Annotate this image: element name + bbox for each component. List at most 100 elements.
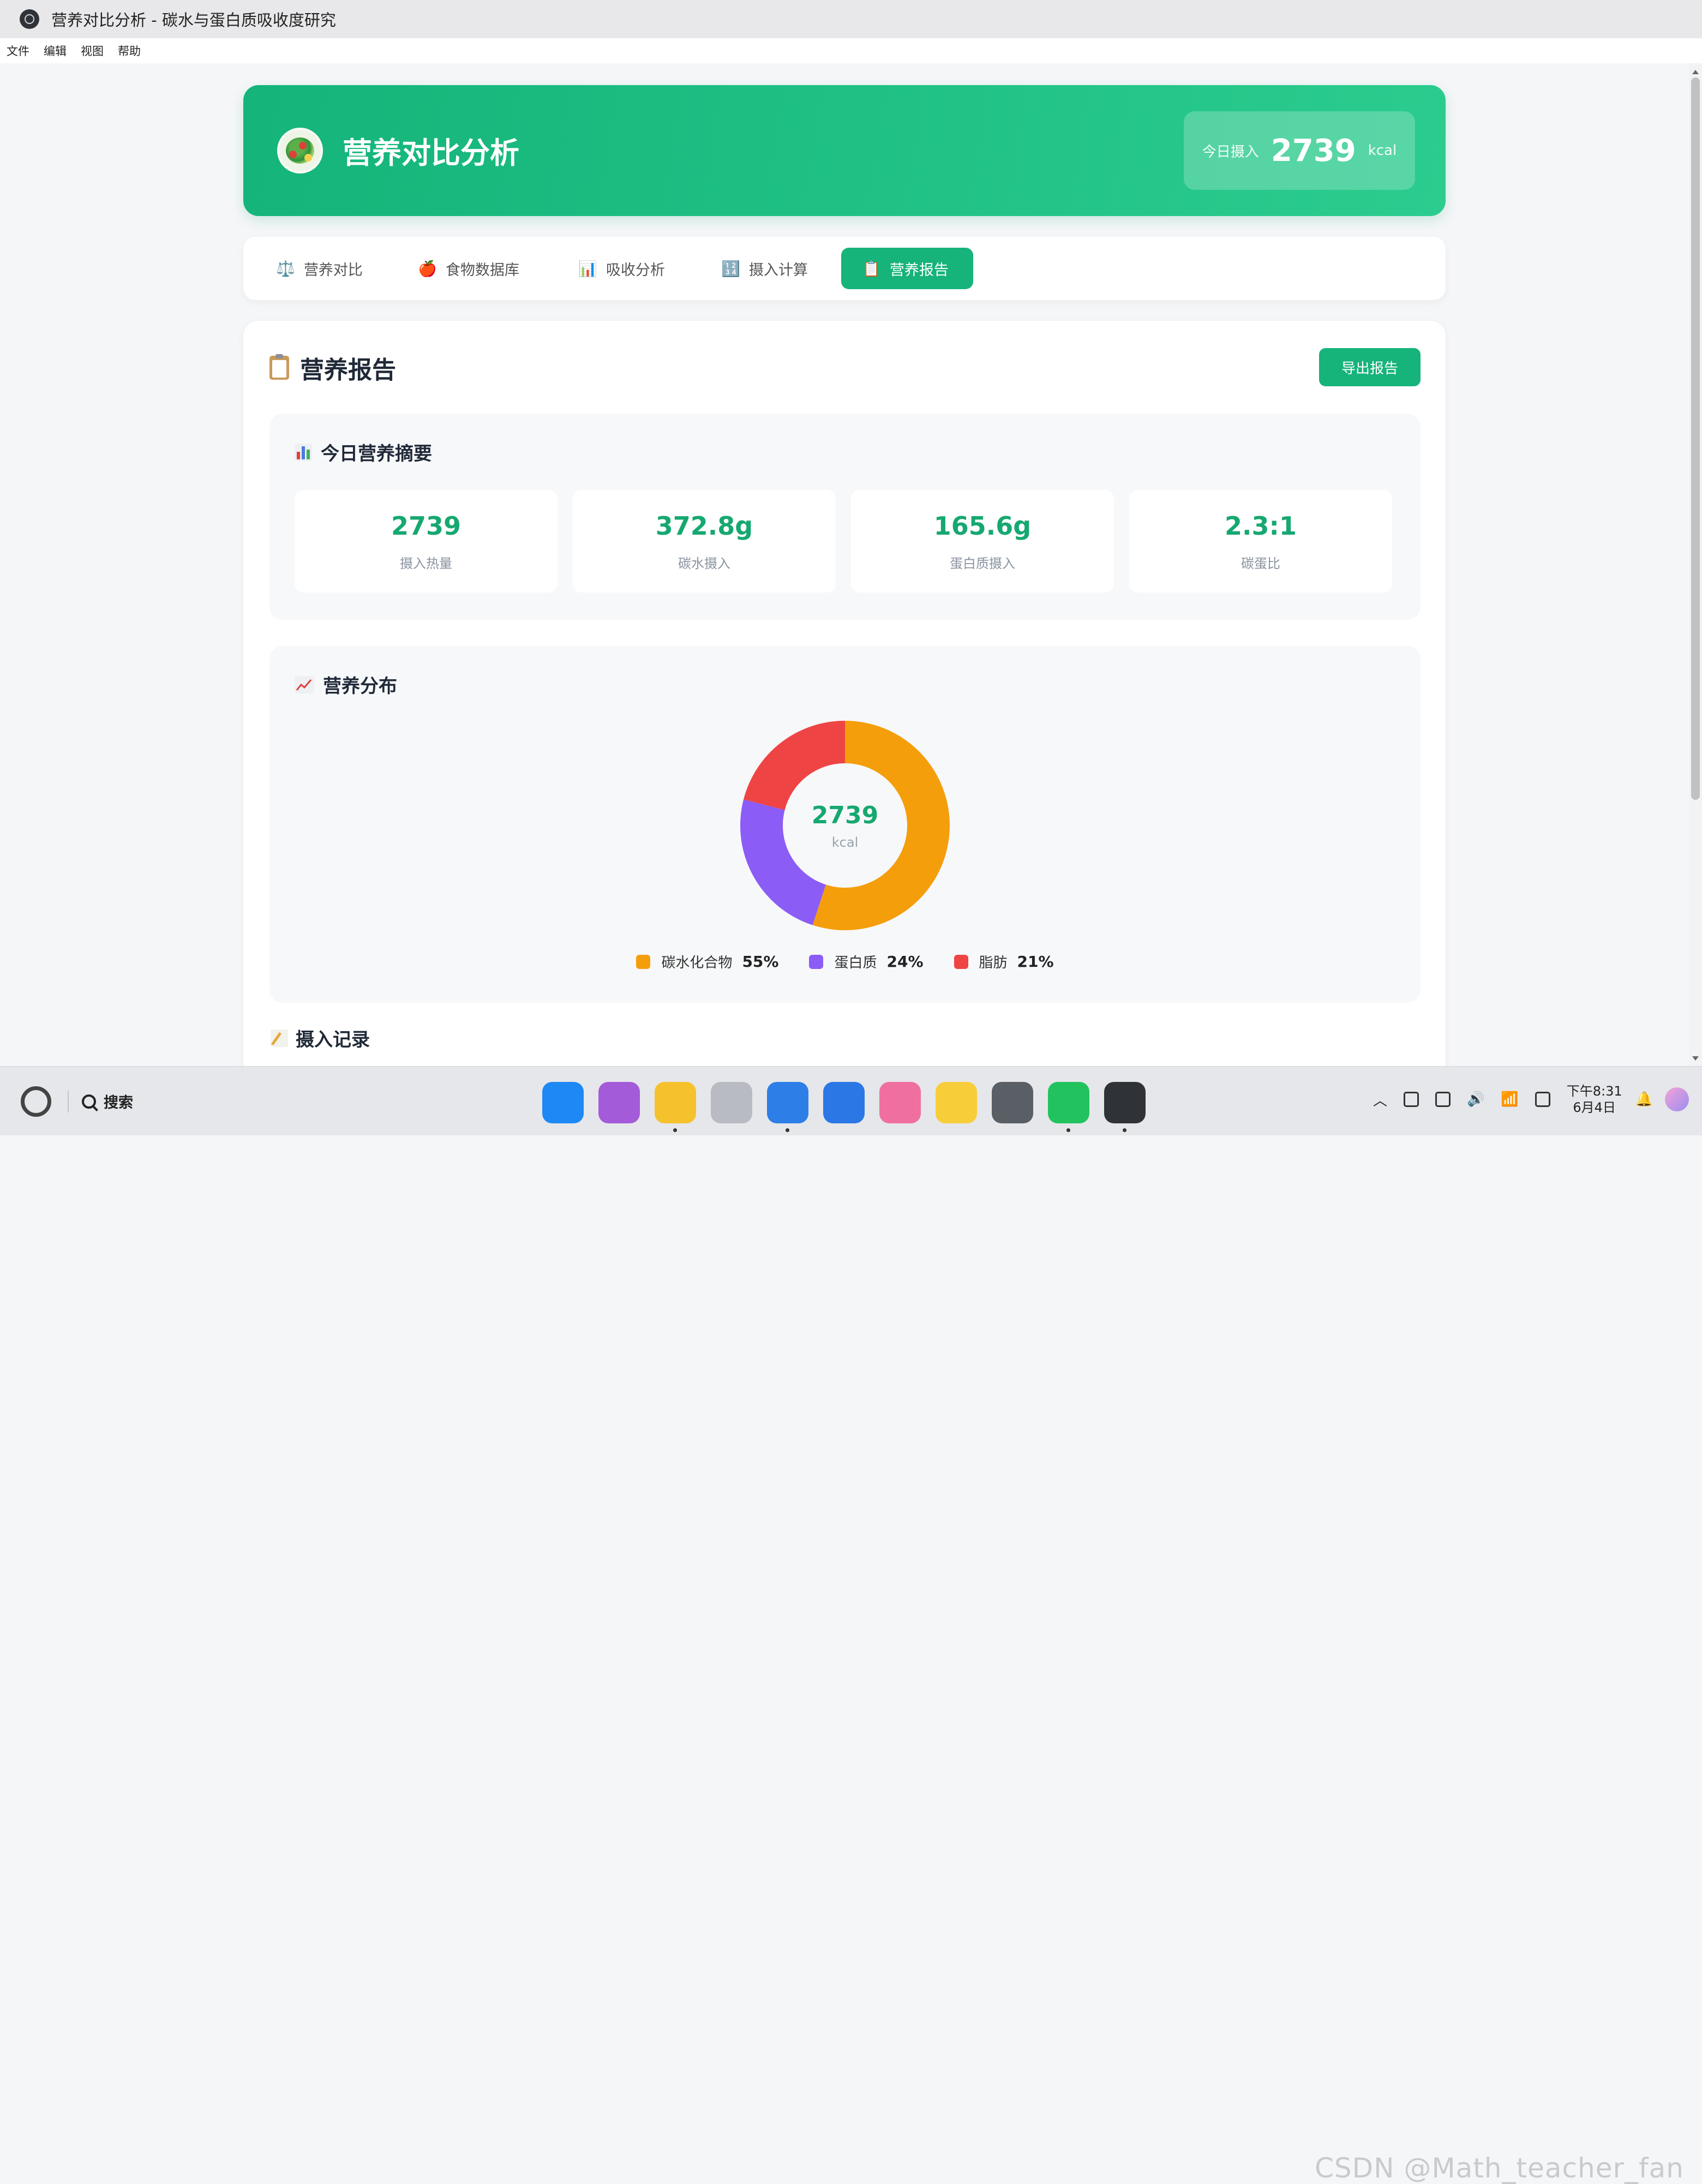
- menu-edit[interactable]: 编辑: [44, 43, 67, 59]
- salad-icon: [277, 128, 323, 173]
- notes-icon[interactable]: [936, 1082, 977, 1123]
- legend-name: 碳水化合物: [661, 955, 733, 971]
- stat-value: 2.3:1: [1225, 511, 1297, 541]
- clipboard-icon: [269, 354, 289, 380]
- legend-name: 脂肪: [979, 955, 1008, 971]
- wechat-icon[interactable]: [1048, 1082, 1089, 1132]
- tab-absorption[interactable]: 📊 吸收分析: [558, 248, 686, 289]
- intake-unit: kcal: [1368, 142, 1397, 159]
- report-title: 营养报告: [269, 350, 396, 385]
- tab-label: 营养报告: [889, 261, 949, 279]
- stat-label: 碳水摄入: [678, 555, 730, 571]
- input-method-icon[interactable]: [1403, 1092, 1419, 1107]
- battery-icon[interactable]: [1535, 1092, 1550, 1107]
- system-tray: ︿ 🔊 📶 下午8:31 6月4日 🔔: [1373, 1083, 1689, 1116]
- tab-report[interactable]: 📋 营养报告: [841, 248, 973, 289]
- running-indicator: [1123, 1128, 1126, 1132]
- start-button[interactable]: [21, 1086, 51, 1117]
- search-label: 搜索: [104, 1094, 133, 1111]
- launcher-icon[interactable]: [542, 1082, 584, 1123]
- legend-item-carbs: 碳水化合物 55%: [636, 952, 778, 972]
- taskbar-search-button[interactable]: 搜索: [82, 1091, 133, 1112]
- legend-pct: 21%: [1017, 953, 1054, 971]
- multitask-icon[interactable]: [598, 1082, 640, 1123]
- distribution-section: 营养分布 2739 kcal 碳水化合物 55% 蛋白质 24% 脂肪 21%: [269, 646, 1421, 1003]
- scroll-down-icon[interactable]: [1692, 1056, 1699, 1061]
- stat-protein: 165.6g 蛋白质摄入: [851, 490, 1114, 593]
- report-card: 营养报告 导出报告 今日营养摘要 2739 摄入热量 372.8g 碳水摄入 1…: [243, 321, 1446, 1066]
- legend-swatch: [954, 954, 968, 969]
- donut-center-value: 2739: [811, 801, 879, 829]
- tab-intake-calc[interactable]: 🔢 摄入计算: [700, 248, 829, 289]
- tab-food-database[interactable]: 🍎 食物数据库: [397, 248, 540, 289]
- export-report-button[interactable]: 导出报告: [1319, 348, 1421, 386]
- app-header: 营养对比分析 今日摄入 2739 kcal: [243, 85, 1446, 216]
- tab-label: 吸收分析: [606, 261, 665, 279]
- keyboard-icon[interactable]: [1435, 1092, 1451, 1107]
- stat-label: 蛋白质摄入: [950, 555, 1015, 571]
- vertical-scrollbar[interactable]: [1689, 63, 1702, 1066]
- tab-compare[interactable]: ⚖️ 营养对比: [255, 248, 383, 289]
- legend-item-fat: 脂肪 21%: [954, 952, 1054, 972]
- mail-icon[interactable]: [823, 1082, 865, 1123]
- taskbar: 搜索 ︿ 🔊 📶 下午8:31 6月4日 🔔 CSDN @Math_teache…: [0, 1066, 1702, 2184]
- photos-icon[interactable]: [879, 1082, 921, 1123]
- today-intake-badge: 今日摄入 2739 kcal: [1184, 111, 1415, 190]
- tab-label: 营养对比: [303, 261, 363, 279]
- distribution-title-text: 营养分布: [323, 675, 397, 697]
- stat-label: 碳蛋比: [1241, 555, 1280, 571]
- tab-label: 摄入计算: [748, 261, 808, 279]
- clock[interactable]: 下午8:31 6月4日: [1567, 1083, 1622, 1116]
- apple-icon: 🍎: [418, 259, 437, 278]
- legend-pct: 55%: [742, 953, 779, 971]
- watermark: CSDN @Math_teacher_fan: [1315, 2152, 1684, 2184]
- numbers-icon: 🔢: [721, 259, 740, 278]
- menu-help[interactable]: 帮助: [118, 43, 141, 59]
- scroll-up-icon[interactable]: [1692, 70, 1699, 74]
- intake-label: 今日摄入: [1202, 143, 1259, 160]
- wifi-icon[interactable]: 📶: [1501, 1091, 1518, 1108]
- clipboard-icon: 📋: [862, 259, 881, 278]
- app-icon: [20, 9, 39, 29]
- notification-icon[interactable]: 🔔: [1635, 1091, 1653, 1108]
- donut-center-unit: kcal: [831, 834, 859, 850]
- distribution-title: 营养分布: [295, 671, 397, 698]
- search-icon: [82, 1094, 96, 1109]
- daily-summary-section: 今日营养摘要 2739 摄入热量 372.8g 碳水摄入 165.6g 蛋白质摄…: [269, 414, 1421, 620]
- memo-icon: [271, 1029, 288, 1047]
- chevron-up-icon[interactable]: ︿: [1373, 1090, 1387, 1110]
- volume-icon[interactable]: 🔊: [1467, 1091, 1484, 1108]
- stat-carb-protein-ratio: 2.3:1 碳蛋比: [1129, 490, 1392, 593]
- stat-value: 2739: [391, 511, 462, 541]
- intake-value: 2739: [1270, 133, 1356, 169]
- nutrition-donut-chart: 2739 kcal: [739, 719, 951, 932]
- summary-title-text: 今日营养摘要: [321, 443, 432, 465]
- running-indicator: [786, 1128, 789, 1132]
- electron-app-icon[interactable]: [1104, 1082, 1146, 1132]
- stat-calories: 2739 摄入热量: [295, 490, 558, 593]
- summary-title: 今日营养摘要: [295, 439, 432, 465]
- stat-value: 372.8g: [655, 511, 753, 541]
- bar-chart-icon: 📊: [578, 259, 597, 278]
- window-title: 营养对比分析 - 碳水与蛋白质吸收度研究: [51, 11, 336, 29]
- legend-swatch: [809, 954, 824, 969]
- app-title: 营养对比分析: [343, 136, 519, 170]
- tab-bar: ⚖️ 营养对比 🍎 食物数据库 📊 吸收分析 🔢 摄入计算 📋 营养报告: [243, 237, 1446, 300]
- files-icon[interactable]: [655, 1082, 696, 1132]
- tab-label: 食物数据库: [445, 261, 519, 279]
- records-title-text: 摄入记录: [296, 1029, 370, 1051]
- trending-up-icon: [295, 675, 314, 693]
- stat-carbs: 372.8g 碳水摄入: [573, 490, 836, 593]
- assistant-icon[interactable]: [1665, 1087, 1689, 1111]
- settings-icon[interactable]: [992, 1082, 1033, 1123]
- menu-view[interactable]: 视图: [81, 43, 104, 59]
- browser-icon[interactable]: [767, 1082, 808, 1132]
- trash-icon[interactable]: [711, 1082, 752, 1123]
- taskbar-dock: [542, 1082, 1160, 1132]
- menu-file[interactable]: 文件: [7, 43, 29, 59]
- legend-item-protein: 蛋白质 24%: [809, 952, 924, 972]
- clock-time: 下午8:31: [1566, 1084, 1622, 1099]
- scrollbar-thumb[interactable]: [1691, 77, 1700, 800]
- running-indicator: [673, 1128, 677, 1132]
- legend-swatch: [636, 954, 651, 969]
